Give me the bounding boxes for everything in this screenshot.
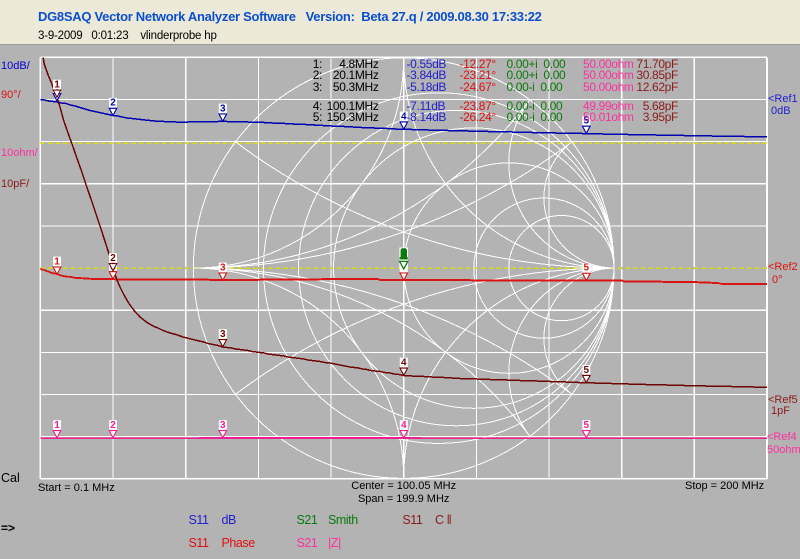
svg-text:1: 1 [54, 256, 60, 267]
svg-text:2: 2 [110, 420, 116, 431]
svg-text:5: 5 [584, 365, 590, 376]
svg-text:1: 1 [54, 420, 60, 431]
svg-text:3: 3 [220, 262, 226, 273]
svg-text:3: 3 [220, 420, 226, 431]
svg-text:4: 4 [401, 358, 407, 369]
svg-text:5: 5 [584, 263, 590, 274]
svg-text:5: 5 [584, 420, 590, 431]
svg-text:4: 4 [401, 420, 407, 431]
svg-text:2: 2 [110, 253, 116, 264]
svg-text:3: 3 [220, 329, 226, 340]
